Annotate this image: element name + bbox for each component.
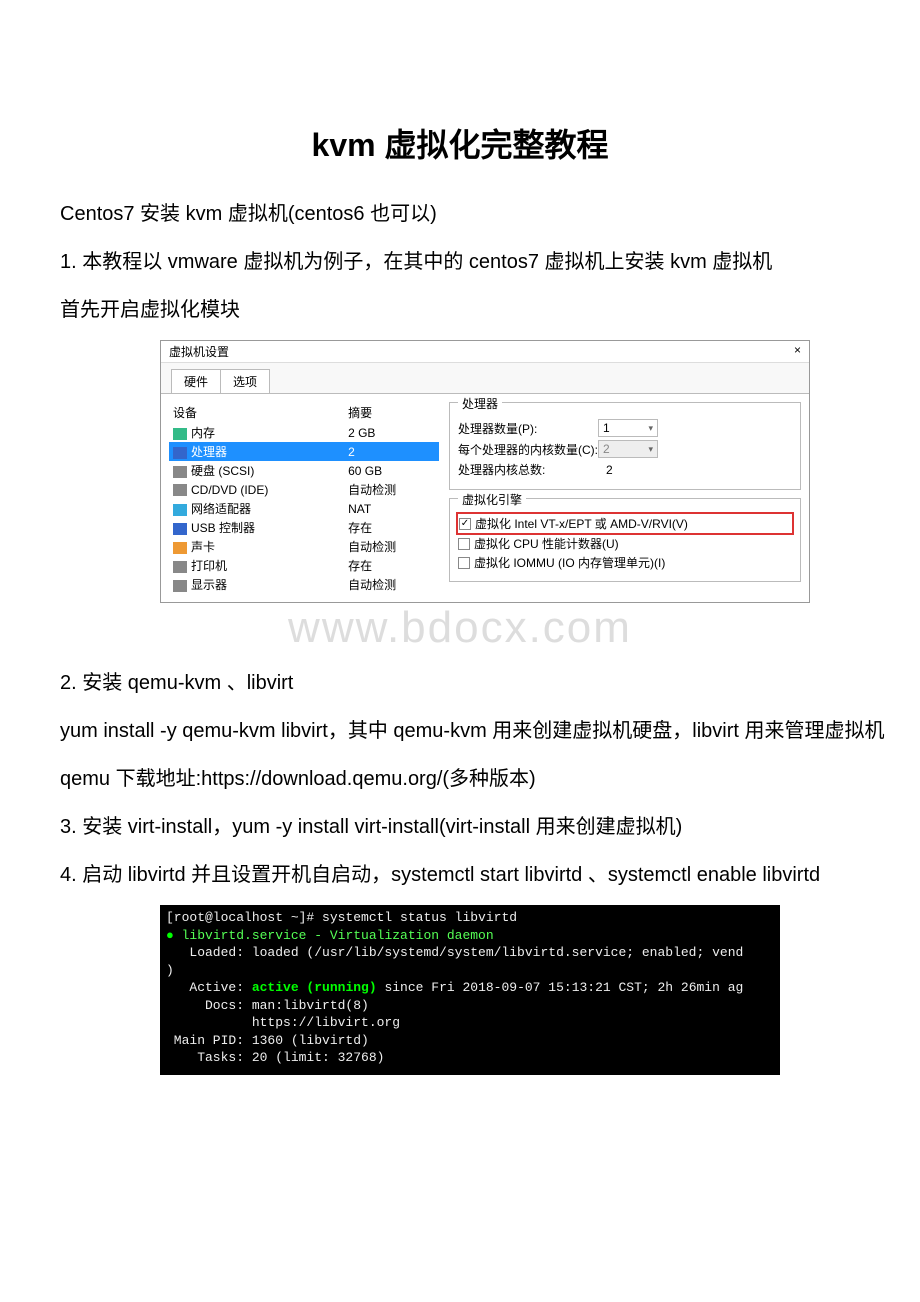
document-page: kvm 虚拟化完整教程 Centos7 安装 kvm 虚拟机(centos6 也… xyxy=(0,0,920,1125)
term-active-running: active (running) xyxy=(252,980,377,995)
hw-name: 处理器 xyxy=(191,445,227,459)
pmu-checkbox-row[interactable]: 虚拟化 CPU 性能计数器(U) xyxy=(458,535,792,552)
dialog-title: 虚拟机设置 xyxy=(169,343,229,360)
paragraph-step1: 1. 本教程以 vmware 虚拟机为例子，在其中的 centos7 虚拟机上安… xyxy=(20,244,900,280)
chevron-down-icon: ▾ xyxy=(648,423,653,434)
hw-name: USB 控制器 xyxy=(191,521,255,535)
hw-row-printer[interactable]: 打印机 存在 xyxy=(169,556,439,575)
term-line: ) xyxy=(166,963,174,978)
hw-row-memory[interactable]: 内存 2 GB xyxy=(169,423,439,442)
paragraph-qemu-url: qemu 下载地址:https://download.qemu.org/(多种版… xyxy=(20,761,900,797)
network-icon xyxy=(173,504,187,516)
hw-name: 声卡 xyxy=(191,540,215,554)
hw-summary: 存在 xyxy=(344,556,439,575)
col-summary: 摘要 xyxy=(344,402,439,423)
cpu-count-value: 1 xyxy=(603,421,610,435)
virt-engine-fieldset: 虚拟化引擎 ✓ 虚拟化 Intel VT-x/EPT 或 AMD-V/RVI(V… xyxy=(449,498,801,582)
chevron-down-icon: ▾ xyxy=(648,444,653,455)
term-line: libvirtd.service - Virtualization daemon xyxy=(174,928,494,943)
hw-summary: 2 xyxy=(344,442,439,461)
term-line: Tasks: 20 (limit: 32768) xyxy=(166,1050,384,1065)
cores-per-cpu-label: 每个处理器的内核数量(C): xyxy=(458,441,598,458)
hw-summary: 2 GB xyxy=(344,423,439,442)
virt-engine-title: 虚拟化引擎 xyxy=(458,491,526,508)
hw-name: 硬盘 (SCSI) xyxy=(191,464,254,478)
paragraph-step2-detail: yum install -y qemu-kvm libvirt，其中 qemu-… xyxy=(20,713,900,749)
tab-hardware[interactable]: 硬件 xyxy=(171,369,221,393)
term-line: since Fri 2018-09-07 15:13:21 CST; 2h 26… xyxy=(377,980,744,995)
hw-summary: 60 GB xyxy=(344,461,439,480)
cd-icon xyxy=(173,484,187,496)
hardware-list: 设备 摘要 内存 2 GB 处理器 2 硬盘 (SCSI) 60 GB xyxy=(169,402,439,594)
paragraph-step2: 2. 安装 qemu-kvm 、libvirt xyxy=(20,665,900,701)
hw-summary: NAT xyxy=(344,499,439,518)
cores-per-cpu-value: 2 xyxy=(603,442,610,456)
watermark: www.bdocx.com xyxy=(20,603,900,653)
hdd-icon xyxy=(173,466,187,478)
cpu-fieldset: 处理器 处理器数量(P): 1 ▾ 每个处理器的内核数量(C): xyxy=(449,402,801,490)
iommu-checkbox-row[interactable]: 虚拟化 IOMMU (IO 内存管理单元)(I) xyxy=(458,554,792,571)
page-title: kvm 虚拟化完整教程 xyxy=(20,120,900,166)
term-line: Main PID: 1360 (libvirtd) xyxy=(166,1033,369,1048)
hw-summary: 存在 xyxy=(344,518,439,537)
hw-name: CD/DVD (IDE) xyxy=(191,483,268,497)
hw-summary: 自动检测 xyxy=(344,537,439,556)
usb-icon xyxy=(173,523,187,535)
hw-summary: 自动检测 xyxy=(344,480,439,499)
tab-options[interactable]: 选项 xyxy=(220,369,270,393)
hw-row-hdd[interactable]: 硬盘 (SCSI) 60 GB xyxy=(169,461,439,480)
cpu-icon xyxy=(173,447,187,459)
hw-name: 显示器 xyxy=(191,578,227,592)
paragraph-step3: 3. 安装 virt-install，yum -y install virt-i… xyxy=(20,809,900,845)
total-cores-label: 处理器内核总数: xyxy=(458,461,598,478)
term-line: Loaded: loaded (/usr/lib/systemd/system/… xyxy=(166,945,743,960)
dialog-body: 设备 摘要 内存 2 GB 处理器 2 硬盘 (SCSI) 60 GB xyxy=(161,393,809,602)
term-line: Docs: man:libvirtd(8) xyxy=(166,998,369,1013)
col-device: 设备 xyxy=(169,402,344,423)
term-line: [root@localhost ~]# systemctl status lib… xyxy=(166,910,517,925)
paragraph-step4: 4. 启动 libvirtd 并且设置开机自启动，systemctl start… xyxy=(20,857,900,893)
dialog-tabs: 硬件 选项 xyxy=(161,363,809,393)
memory-icon xyxy=(173,428,187,440)
hw-row-cpu[interactable]: 处理器 2 xyxy=(169,442,439,461)
dialog-titlebar: 虚拟机设置 × xyxy=(161,341,809,363)
display-icon xyxy=(173,580,187,592)
term-line: Active: xyxy=(166,980,252,995)
checkbox-icon xyxy=(458,538,470,550)
terminal-output: [root@localhost ~]# systemctl status lib… xyxy=(160,905,780,1075)
checkbox-checked-icon: ✓ xyxy=(459,518,471,530)
term-line: https://libvirt.org xyxy=(166,1015,400,1030)
cpu-count-label: 处理器数量(P): xyxy=(458,420,598,437)
close-icon[interactable]: × xyxy=(794,343,801,360)
paragraph-enable-virt: 首先开启虚拟化模块 xyxy=(20,292,900,328)
sound-icon xyxy=(173,542,187,554)
hw-row-net[interactable]: 网络适配器 NAT xyxy=(169,499,439,518)
pmu-checkbox-label: 虚拟化 CPU 性能计数器(U) xyxy=(474,535,619,552)
hw-row-cd[interactable]: CD/DVD (IDE) 自动检测 xyxy=(169,480,439,499)
printer-icon xyxy=(173,561,187,573)
cpu-fieldset-title: 处理器 xyxy=(458,395,502,412)
paragraph-intro: Centos7 安装 kvm 虚拟机(centos6 也可以) xyxy=(20,196,900,232)
vt-checkbox-row[interactable]: ✓ 虚拟化 Intel VT-x/EPT 或 AMD-V/RVI(V) xyxy=(458,514,792,533)
hw-row-display[interactable]: 显示器 自动检测 xyxy=(169,575,439,594)
total-cores-value: 2 xyxy=(606,463,613,477)
hw-summary: 自动检测 xyxy=(344,575,439,594)
hw-name: 网络适配器 xyxy=(191,502,251,516)
cores-per-cpu-select[interactable]: 2 ▾ xyxy=(598,440,658,458)
hw-row-sound[interactable]: 声卡 自动检测 xyxy=(169,537,439,556)
hw-name: 打印机 xyxy=(191,559,227,573)
hw-row-usb[interactable]: USB 控制器 存在 xyxy=(169,518,439,537)
hardware-detail: 处理器 处理器数量(P): 1 ▾ 每个处理器的内核数量(C): xyxy=(449,402,801,594)
vmware-settings-dialog: 虚拟机设置 × 硬件 选项 设备 摘要 内存 2 GB 处理器 xyxy=(160,340,810,603)
vt-checkbox-label: 虚拟化 Intel VT-x/EPT 或 AMD-V/RVI(V) xyxy=(475,515,688,532)
checkbox-icon xyxy=(458,557,470,569)
cpu-count-select[interactable]: 1 ▾ xyxy=(598,419,658,437)
hw-name: 内存 xyxy=(191,426,215,440)
iommu-checkbox-label: 虚拟化 IOMMU (IO 内存管理单元)(I) xyxy=(474,554,665,571)
status-dot-icon: ● xyxy=(166,928,174,943)
